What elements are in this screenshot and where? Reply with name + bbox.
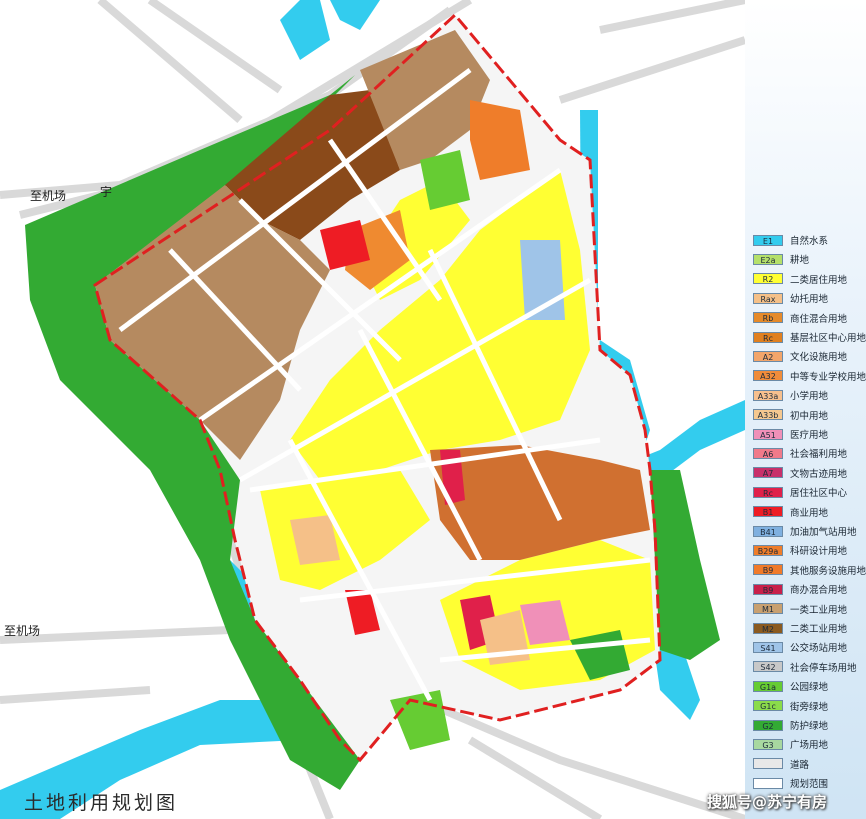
legend-label: 居住社区中心 [790, 488, 848, 500]
legend-label: 公园绿地 [790, 682, 829, 694]
legend-label: 公交场站用地 [790, 643, 848, 655]
legend-item: S42 社会停车场用地 [753, 659, 857, 675]
legend-item: M2 二类工业用地 [753, 620, 847, 636]
legend-item: B9 其他服务设施用地 [753, 562, 866, 578]
legend-label: 商业用地 [790, 507, 829, 519]
legend-item: Rc 居住社区中心 [753, 484, 847, 500]
legend-label: 文物古迹用地 [790, 468, 848, 480]
airport-road-label-top: 至机场 [30, 189, 66, 203]
legend-item: B41 加油加气站用地 [753, 523, 857, 539]
legend-label: 社会停车场用地 [790, 662, 857, 674]
legend-label: 耕地 [790, 255, 810, 267]
legend-label: 商住混合用地 [790, 313, 848, 325]
legend-swatch: A7 [753, 467, 783, 479]
legend-item: G2 防护绿地 [753, 717, 828, 733]
legend-swatch: Rc [753, 331, 783, 343]
legend-swatch: A33b [753, 409, 783, 421]
legend-item: M1 一类工业用地 [753, 601, 847, 617]
legend-swatch: G1a [753, 680, 783, 692]
legend-label: 二类工业用地 [790, 624, 848, 635]
legend-label: 其他服务设施用地 [790, 565, 866, 577]
legend-item: G1c 街旁绿地 [753, 698, 828, 714]
legend-swatch: B1 [753, 506, 783, 518]
legend-swatch: M1 [753, 603, 783, 615]
legend-swatch: E2a [753, 253, 783, 265]
legend-label: 一类工业用地 [790, 604, 848, 616]
protective-green-belt-east [650, 470, 720, 660]
legend-swatch: Rax [753, 292, 783, 304]
watermark: 搜狐号@苏宁有房 [707, 793, 828, 811]
legend-label: 防护绿地 [790, 721, 829, 732]
legend-label: 社会福利用地 [790, 449, 848, 461]
legend-label: 幼托用地 [790, 294, 829, 306]
legend-swatch [753, 777, 783, 789]
land-use-map: 至机场 至机场 宇 [0, 0, 745, 819]
legend-label: 小学用地 [790, 391, 829, 403]
legend-item: A51 医疗用地 [753, 426, 828, 442]
legend-label: 道路 [790, 759, 810, 771]
legend-swatch: A33a [753, 389, 783, 401]
legend-swatch: A51 [753, 428, 783, 440]
legend-label: 初中用地 [790, 410, 829, 422]
legend-item: B9 商办混合用地 [753, 581, 847, 597]
legend-item: R2 二类居住用地 [753, 271, 847, 287]
legend-item: G3 广场用地 [753, 736, 828, 752]
legend-item: A32 中等专业学校用地 [753, 368, 866, 384]
legend-swatch: A32 [753, 370, 783, 382]
legend-label: 中等专业学校用地 [790, 371, 866, 383]
airport-road-label-left: 至机场 [4, 624, 40, 638]
legend-label: 广场用地 [790, 740, 829, 752]
legend-item: 规划范围 [753, 775, 828, 791]
legend-swatch: B29a [753, 544, 783, 556]
legend-swatch: B9 [753, 564, 783, 576]
legend-item: A6 社会福利用地 [753, 445, 847, 461]
legend-panel: E1 自然水系 E2a 耕地 R2 二类居住用地 Rax 幼托用地 Rb 商住混合用地 Rc 基层社区… [745, 0, 866, 819]
legend-label: 基层社区中心用地 [790, 333, 866, 344]
legend-item: E1 自然水系 [753, 232, 828, 248]
park-green-3 [390, 690, 450, 750]
legend-item: B1 商业用地 [753, 504, 828, 520]
legend-swatch: G1c [753, 700, 783, 712]
legend-swatch: B41 [753, 525, 783, 537]
legend-item: G1a 公园绿地 [753, 678, 828, 694]
map-title: 土地利用规划图 [24, 792, 179, 814]
legend-label: 商办混合用地 [790, 585, 848, 597]
legend-label: 自然水系 [790, 236, 829, 247]
legend-item: A33a 小学用地 [753, 387, 828, 403]
legend-swatch: G3 [753, 738, 783, 750]
legend-item: E2a 耕地 [753, 251, 809, 267]
legend-swatch [753, 758, 783, 770]
legend-swatch: A2 [753, 350, 783, 362]
legend-item: A7 文物古迹用地 [753, 465, 847, 481]
legend-swatch: A6 [753, 447, 783, 459]
legend-swatch: S41 [753, 641, 783, 653]
legend-item: B29a 科研设计用地 [753, 542, 847, 558]
legend-swatch: R2 [753, 273, 783, 285]
legend-label: 加油加气站用地 [790, 527, 857, 538]
legend-swatch: Rc [753, 486, 783, 498]
legend-label: 科研设计用地 [790, 546, 848, 558]
legend-item: 道路 [753, 756, 809, 772]
legend-item: A2 文化设施用地 [753, 348, 847, 364]
legend-item: S41 公交场站用地 [753, 639, 847, 655]
legend-item: Rax 幼托用地 [753, 290, 828, 306]
legend-swatch: Rb [753, 312, 783, 324]
legend-label: 文化设施用地 [790, 352, 848, 364]
legend-item: Rb 商住混合用地 [753, 310, 847, 326]
place-label-yu: 宇 [100, 185, 112, 199]
legend-swatch: G2 [753, 719, 783, 731]
legend-item: Rc 基层社区中心用地 [753, 329, 866, 345]
legend-swatch: M2 [753, 622, 783, 634]
legend-label: 街旁绿地 [790, 701, 829, 713]
legend-swatch: S42 [753, 661, 783, 673]
legend-item: A33b 初中用地 [753, 407, 828, 423]
legend-label: 医疗用地 [790, 430, 829, 441]
legend-swatch: E1 [753, 234, 783, 246]
legend-label: 二类居住用地 [790, 274, 848, 286]
legend-swatch: B9 [753, 583, 783, 595]
legend-label: 规划范围 [790, 779, 829, 791]
